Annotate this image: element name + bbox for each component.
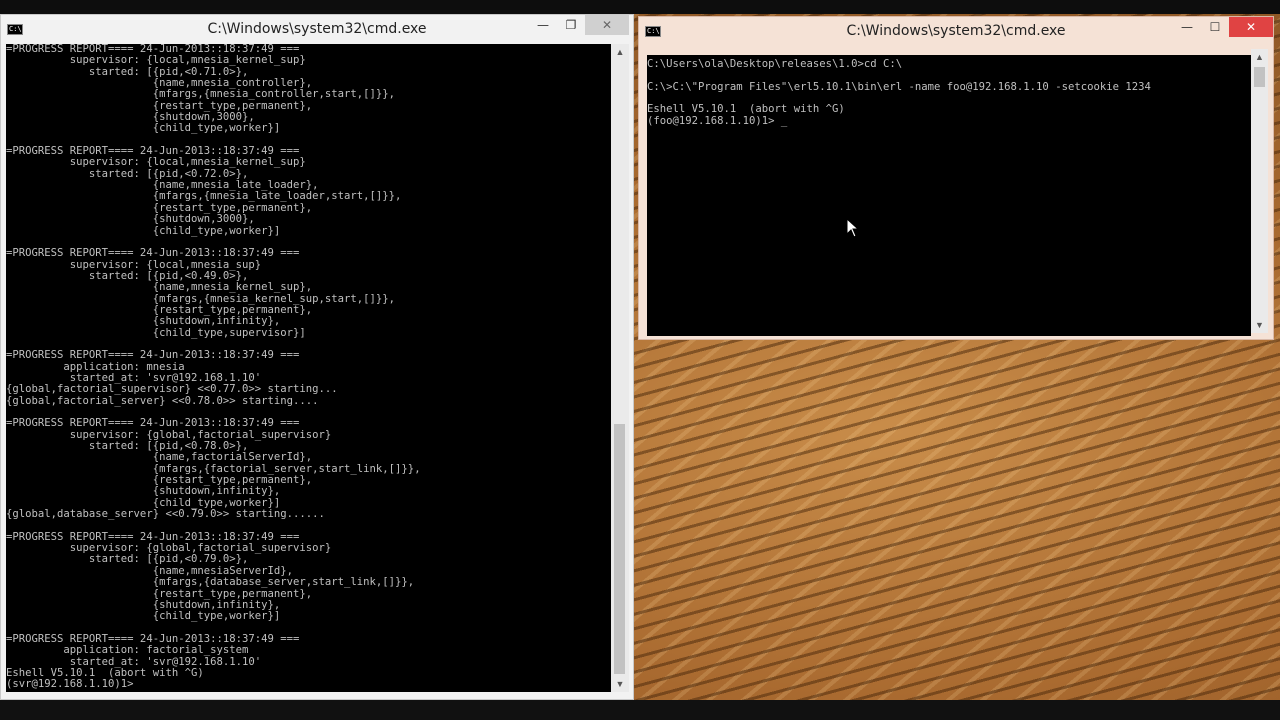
cmd-window-right[interactable]: C:\ C:\Windows\system32\cmd.exe — ☐ ✕ C:…	[638, 16, 1274, 340]
restore-button[interactable]: ❐	[557, 15, 585, 35]
console-line: {child_type,worker}]	[6, 224, 281, 237]
minimize-button[interactable]: —	[529, 15, 557, 35]
console-line: {child_type,supervisor}]	[6, 326, 306, 339]
maximize-button[interactable]: ☐	[1201, 17, 1229, 37]
close-button[interactable]: ✕	[585, 15, 629, 35]
console-line: application: factorial_system	[6, 644, 249, 657]
console-output[interactable]: =PROGRESS REPORT==== 24-Jun-2013::18:37:…	[6, 44, 611, 692]
console-line: {child_type,worker}]	[6, 610, 281, 623]
console-line: {name,mnesia_kernel_sup},	[6, 281, 313, 294]
title-bar[interactable]: C:\ C:\Windows\system32\cmd.exe — ☐ ✕	[639, 17, 1273, 45]
console-output[interactable]: C:\Users\ola\Desktop\releases\1.0>cd C:\…	[647, 55, 1251, 336]
top-screen-bar	[0, 0, 1280, 14]
close-button[interactable]: ✕	[1229, 17, 1273, 37]
scroll-up-icon[interactable]: ▲	[1251, 49, 1268, 65]
console-line: {child_type,worker}]	[6, 122, 281, 135]
scroll-down-icon[interactable]: ▼	[1251, 317, 1268, 333]
console-line: (foo@192.168.1.10)1> _	[647, 114, 788, 127]
console-line: {shutdown,infinity},	[6, 315, 281, 328]
scroll-up-icon[interactable]: ▲	[611, 44, 629, 60]
vertical-scrollbar[interactable]: ▲ ▼	[1251, 49, 1268, 333]
console-line: {shutdown,3000},	[6, 213, 255, 226]
console-line: =PROGRESS REPORT==== 24-Jun-2013::18:37:…	[6, 247, 300, 260]
scroll-thumb[interactable]	[614, 424, 625, 674]
bottom-screen-bar	[0, 700, 1280, 720]
console-line: =PROGRESS REPORT==== 24-Jun-2013::18:37:…	[6, 417, 300, 430]
cmd-window-left[interactable]: C:\ C:\Windows\system32\cmd.exe — ❐ ✕ =P…	[0, 14, 634, 700]
console-line: supervisor: {local,mnesia_kernel_sup}	[6, 54, 306, 67]
console-line: {global,factorial_supervisor} <<0.77.0>>…	[6, 383, 338, 396]
console-line: (svr@192.168.1.10)1>	[6, 678, 134, 691]
vertical-scrollbar[interactable]: ▲ ▼	[611, 44, 629, 692]
title-bar[interactable]: C:\ C:\Windows\system32\cmd.exe — ❐ ✕	[1, 15, 633, 43]
console-line: {global,factorial_server} <<0.78.0>> sta…	[6, 394, 319, 407]
console-line: =PROGRESS REPORT==== 24-Jun-2013::18:37:…	[6, 349, 300, 362]
scroll-down-icon[interactable]: ▼	[611, 676, 629, 692]
console-line: C:\Users\ola\Desktop\releases\1.0>cd C:\	[647, 58, 903, 70]
mouse-pointer-icon	[846, 218, 860, 238]
minimize-button[interactable]: —	[1173, 17, 1201, 37]
console-line: C:\>C:\"Program Files"\erl5.10.1\bin\erl…	[647, 80, 1151, 93]
scroll-thumb[interactable]	[1254, 67, 1265, 87]
console-line: {global,database_server} <<0.79.0>> star…	[6, 508, 325, 521]
console-line: {mfargs,{database_server,start_link,[]}}…	[6, 576, 415, 589]
